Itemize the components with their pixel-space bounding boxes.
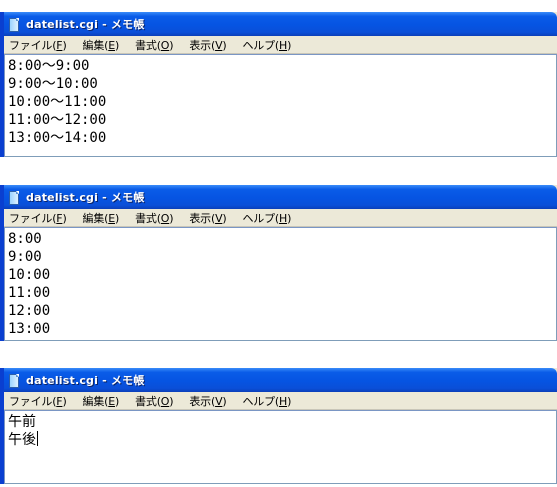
notepad-icon [8,190,20,205]
menu-format[interactable]: 書式(O) [135,393,173,409]
menu-view[interactable]: 表示(V) [189,393,226,409]
notepad-icon [8,17,20,32]
window-title: datelist.cgi - メモ帳 [26,18,145,31]
menu-help[interactable]: ヘルプ(H) [242,210,291,226]
menu-file[interactable]: ファイル(F) [9,37,67,53]
text-line: 10:00～11:00 [8,94,107,110]
title-bar[interactable]: datelist.cgi - メモ帳 [4,368,557,392]
text-line: 11:00～12:00 [8,112,107,128]
text-line: 12:00 [8,303,51,319]
notepad-window-hours: datelist.cgi - メモ帳 ファイル(F) 編集(E) 書式(O) 表… [0,185,557,341]
window-title: datelist.cgi - メモ帳 [26,191,145,204]
title-bar[interactable]: datelist.cgi - メモ帳 [4,185,557,209]
menu-file[interactable]: ファイル(F) [9,393,67,409]
notepad-window-time-ranges: datelist.cgi - メモ帳 ファイル(F) 編集(E) 書式(O) 表… [0,12,557,157]
menu-view[interactable]: 表示(V) [189,210,226,226]
text-line: 8:00～9:00 [8,58,90,74]
text-line: 10:00 [8,267,51,283]
text-line: 午前 [8,414,36,430]
menu-file[interactable]: ファイル(F) [9,210,67,226]
text-line: 9:00～10:00 [8,76,98,92]
title-bar[interactable]: datelist.cgi - メモ帳 [4,12,557,36]
text-line-with-caret: 午後 [8,431,38,448]
text-editor[interactable]: 8:00～9:00 9:00～10:00 10:00～11:00 11:00～1… [4,54,557,157]
menu-format[interactable]: 書式(O) [135,210,173,226]
menu-edit[interactable]: 編集(E) [83,210,120,226]
text-line: 8:00 [8,231,42,247]
menu-edit[interactable]: 編集(E) [83,37,120,53]
text-line: 13:00 [8,321,51,337]
window-title: datelist.cgi - メモ帳 [26,374,145,387]
notepad-icon [8,373,20,388]
menu-bar: ファイル(F) 編集(E) 書式(O) 表示(V) ヘルプ(H) [4,392,557,410]
text-editor[interactable]: 午前 午後 [4,410,557,484]
text-line: 9:00 [8,249,42,265]
notepad-window-am-pm: datelist.cgi - メモ帳 ファイル(F) 編集(E) 書式(O) 表… [0,368,557,484]
menu-bar: ファイル(F) 編集(E) 書式(O) 表示(V) ヘルプ(H) [4,36,557,54]
menu-bar: ファイル(F) 編集(E) 書式(O) 表示(V) ヘルプ(H) [4,209,557,227]
text-caret [37,431,38,446]
menu-help[interactable]: ヘルプ(H) [242,393,291,409]
text-line: 11:00 [8,285,51,301]
menu-format[interactable]: 書式(O) [135,37,173,53]
menu-view[interactable]: 表示(V) [189,37,226,53]
menu-help[interactable]: ヘルプ(H) [242,37,291,53]
menu-edit[interactable]: 編集(E) [83,393,120,409]
text-editor[interactable]: 8:00 9:00 10:00 11:00 12:00 13:00 [4,227,557,341]
text-line: 13:00～14:00 [8,130,107,146]
